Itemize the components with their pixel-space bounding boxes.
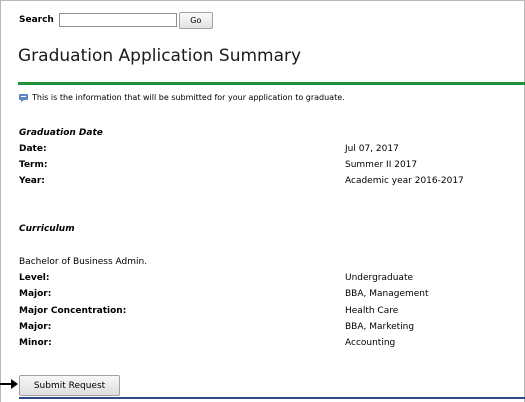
field-value: Summer II 2017 (345, 160, 418, 170)
field-value: Jul 07, 2017 (345, 144, 399, 154)
curriculum-program: Bachelor of Business Admin. (19, 257, 148, 267)
field-label: Major: (19, 322, 52, 332)
graduation-date-row: Date: Jul 07, 2017 (19, 144, 509, 157)
field-value: BBA, Management (345, 289, 429, 299)
info-icon (19, 93, 28, 102)
graduation-term-row: Term: Summer II 2017 (19, 160, 509, 173)
field-value: Undergraduate (345, 273, 414, 283)
go-button[interactable]: Go (178, 11, 213, 29)
page-frame: Search Go Graduation Application Summary… (0, 0, 525, 402)
bottom-divider (19, 397, 525, 399)
field-value: Accounting (345, 338, 396, 348)
field-label: Minor: (19, 338, 52, 348)
field-value: BBA, Marketing (345, 322, 415, 332)
field-value: Academic year 2016-2017 (345, 176, 464, 186)
info-text: This is the information that will be sub… (32, 93, 345, 102)
graduation-year-row: Year: Academic year 2016-2017 (19, 176, 509, 189)
curriculum-second-major-row: Major: BBA, Marketing (19, 322, 509, 335)
curriculum-major-row: Major: BBA, Management (19, 289, 509, 302)
title-divider (18, 82, 525, 85)
submit-request-button[interactable]: Submit Request (19, 375, 120, 396)
curriculum-heading: Curriculum (19, 224, 75, 234)
field-label: Major Concentration: (19, 306, 127, 316)
field-label: Major: (19, 289, 52, 299)
field-label: Level: (19, 273, 50, 283)
info-message: This is the information that will be sub… (19, 93, 345, 102)
search-input[interactable] (58, 13, 177, 27)
curriculum-concentration-row: Major Concentration: Health Care (19, 306, 509, 319)
field-label: Date: (19, 144, 47, 154)
search-bar: Search Go (19, 10, 213, 30)
field-label: Year: (19, 176, 45, 186)
field-label: Term: (19, 160, 48, 170)
field-value: Health Care (345, 306, 399, 316)
arrow-pointer-icon (0, 379, 18, 389)
graduation-date-heading: Graduation Date (19, 128, 103, 138)
curriculum-minor-row: Minor: Accounting (19, 338, 509, 351)
page-title: Graduation Application Summary (18, 46, 302, 66)
search-label: Search (19, 15, 54, 25)
curriculum-level-row: Level: Undergraduate (19, 273, 509, 286)
